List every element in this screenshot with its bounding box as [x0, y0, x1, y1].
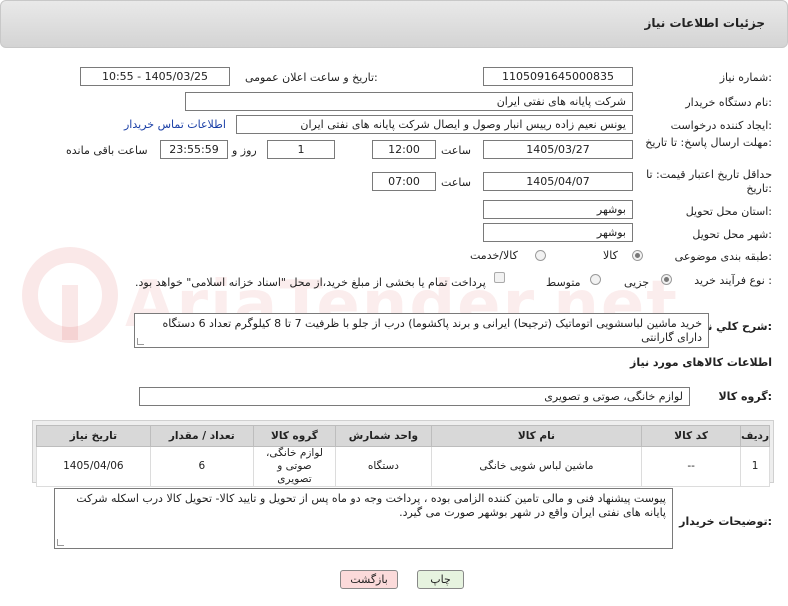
watermark-logo [20, 245, 120, 345]
col-header-quantity: تعداد / مقدار [149, 425, 254, 447]
print-button[interactable]: چاپ [417, 570, 464, 589]
goods-group-label: گروه کالا: [718, 390, 772, 403]
resize-handle-icon[interactable] [57, 539, 64, 546]
cell-need-date: 1405/04/06 [36, 446, 151, 487]
col-header-item-code: کد کالا [641, 425, 742, 447]
purchase-type-label: نوع فرآیند خرید : [694, 274, 772, 287]
cell-item-code: -- [641, 446, 742, 487]
treasury-checkbox[interactable] [494, 272, 505, 283]
cell-unit: دستگاه [335, 446, 432, 487]
validity-time-field: 07:00 [372, 172, 436, 191]
purchase-partial-label: جزیی [624, 276, 650, 289]
col-header-need-date: تاریخ نیاز [36, 425, 151, 447]
province-label: استان محل تحویل: [685, 205, 772, 218]
city-label: شهر محل تحویل: [692, 228, 772, 241]
deadline-date-field: 1405/03/27 [483, 140, 633, 159]
need-number-label: شماره نیاز: [719, 71, 772, 84]
buyer-notes-label: توضیحات خریدار: [679, 515, 772, 528]
cell-quantity: 6 [149, 446, 254, 487]
cell-group: لوازم خانگی، صوتی و تصویری [252, 446, 337, 487]
description-text: خرید ماشین لباسشویی اتوماتیک (ترجیحا) ای… [162, 317, 702, 344]
announce-datetime-field: 1405/03/25 - 10:55 [80, 67, 230, 86]
goods-group-field: لوازم خانگی، صوتی و تصویری [139, 387, 690, 406]
deadline-time-label: ساعت [441, 144, 471, 157]
resize-handle-icon[interactable] [137, 338, 144, 345]
cell-item-name: ماشین لباس شویی خانگی [430, 446, 643, 487]
days-field: 1 [267, 140, 335, 159]
buyer-notes-text: پیوست پیشنهاد فنی و مالی تامین کننده الز… [76, 492, 666, 519]
col-header-unit: واحد شمارش [335, 425, 432, 447]
requester-label: ایجاد کننده درخواست: [670, 119, 772, 132]
deadline-label: مهلت ارسال پاسخ: تا تاریخ: [645, 136, 772, 149]
purchase-medium-radio[interactable] [590, 274, 601, 285]
announce-datetime-label: تاریخ و ساعت اعلان عمومی: [245, 71, 378, 84]
buyer-contact-link[interactable]: اطلاعات تماس خریدار [124, 118, 226, 131]
validity-time-label: ساعت [441, 176, 471, 189]
col-header-row-number: ردیف [740, 425, 770, 447]
page-title: جزئیات اطلاعات نیاز [644, 16, 765, 30]
col-header-group: گروه کالا [252, 425, 337, 447]
remaining-label: ساعت باقی مانده [66, 144, 148, 157]
treasury-note: پرداخت تمام یا بخشی از مبلغ خرید،از محل … [135, 276, 486, 289]
back-button[interactable]: بازگشت [340, 570, 398, 589]
buyer-org-label: نام دستگاه خریدار: [685, 96, 772, 109]
category-goods-radio[interactable] [632, 250, 643, 261]
buyer-org-field: شرکت پایانه های نفتی ایران [185, 92, 633, 111]
price-validity-label: حداقل تاریخ اعتبار قیمت: تا تاریخ: [646, 168, 772, 195]
need-number-field: 1105091645000835 [483, 67, 633, 86]
category-label: طبقه بندی موضوعی: [674, 250, 772, 263]
requester-field: یونس نعیم زاده رییس انبار وصول و ایصال ش… [236, 115, 633, 134]
col-header-item-name: نام کالا [430, 425, 643, 447]
category-goods-service-label: کالا/خدمت [470, 249, 518, 262]
buyer-notes-textarea[interactable]: پیوست پیشنهاد فنی و مالی تامین کننده الز… [54, 488, 673, 549]
purchase-medium-label: متوسط [546, 276, 581, 289]
table-header-row: ردیف کد کالا نام کالا واحد شمارش گروه کا… [36, 425, 770, 447]
cell-row-number: 1 [740, 446, 770, 487]
page-header: جزئیات اطلاعات نیاز [0, 0, 788, 48]
validity-date-field: 1405/04/07 [483, 172, 633, 191]
deadline-time-field: 12:00 [372, 140, 436, 159]
items-table-container: ردیف کد کالا نام کالا واحد شمارش گروه کا… [32, 420, 774, 487]
city-field: بوشهر [483, 223, 633, 242]
province-field: بوشهر [483, 200, 633, 219]
watermark-logo-icon [22, 247, 118, 343]
remaining-time-field: 23:55:59 [160, 140, 228, 159]
category-goods-label: کالا [603, 249, 618, 262]
category-goods-service-radio[interactable] [535, 250, 546, 261]
purchase-partial-radio[interactable] [661, 274, 672, 285]
description-textarea[interactable]: خرید ماشین لباسشویی اتوماتیک (ترجیحا) ای… [134, 313, 709, 348]
items-table: ردیف کد کالا نام کالا واحد شمارش گروه کا… [36, 425, 770, 487]
table-row: 1 -- ماشین لباس شویی خانگی دستگاه لوازم … [36, 446, 770, 487]
goods-info-title: اطلاعات کالاهای مورد نیاز [630, 356, 772, 369]
day-and-label: روز و [232, 144, 257, 157]
